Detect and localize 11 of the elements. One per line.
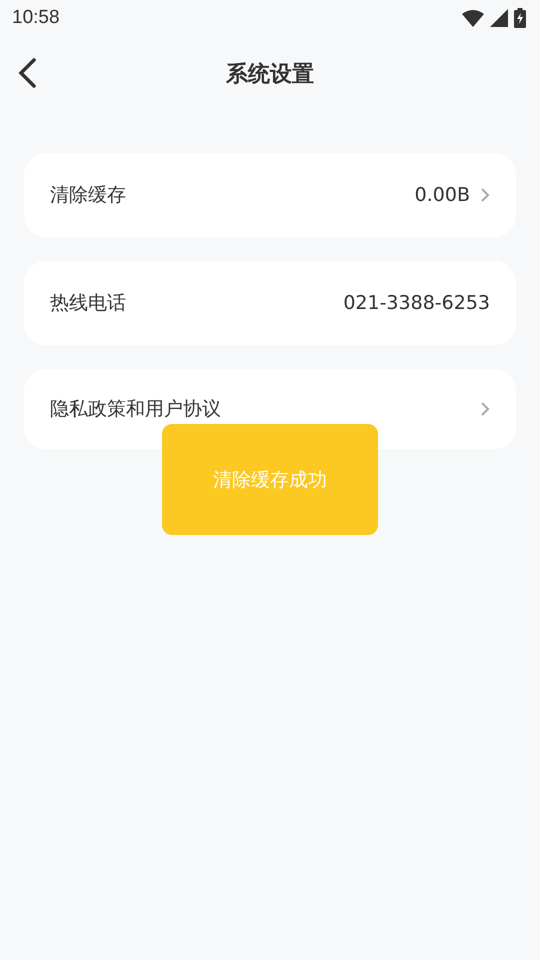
chevron-icon xyxy=(480,401,490,417)
wifi-icon xyxy=(462,9,484,27)
toast-message: 清除缓存成功 xyxy=(162,424,378,535)
settings-row[interactable]: 清除缓存 0.00B xyxy=(24,153,516,237)
battery-icon xyxy=(514,8,526,28)
settings-row[interactable]: 热线电话 021-3388-6253 xyxy=(24,261,516,345)
signal-icon xyxy=(490,9,508,27)
status-time: 10:58 xyxy=(12,7,60,29)
page-title: 系统设置 xyxy=(226,61,314,89)
chevron-icon xyxy=(480,187,490,203)
back-icon[interactable] xyxy=(16,58,38,88)
